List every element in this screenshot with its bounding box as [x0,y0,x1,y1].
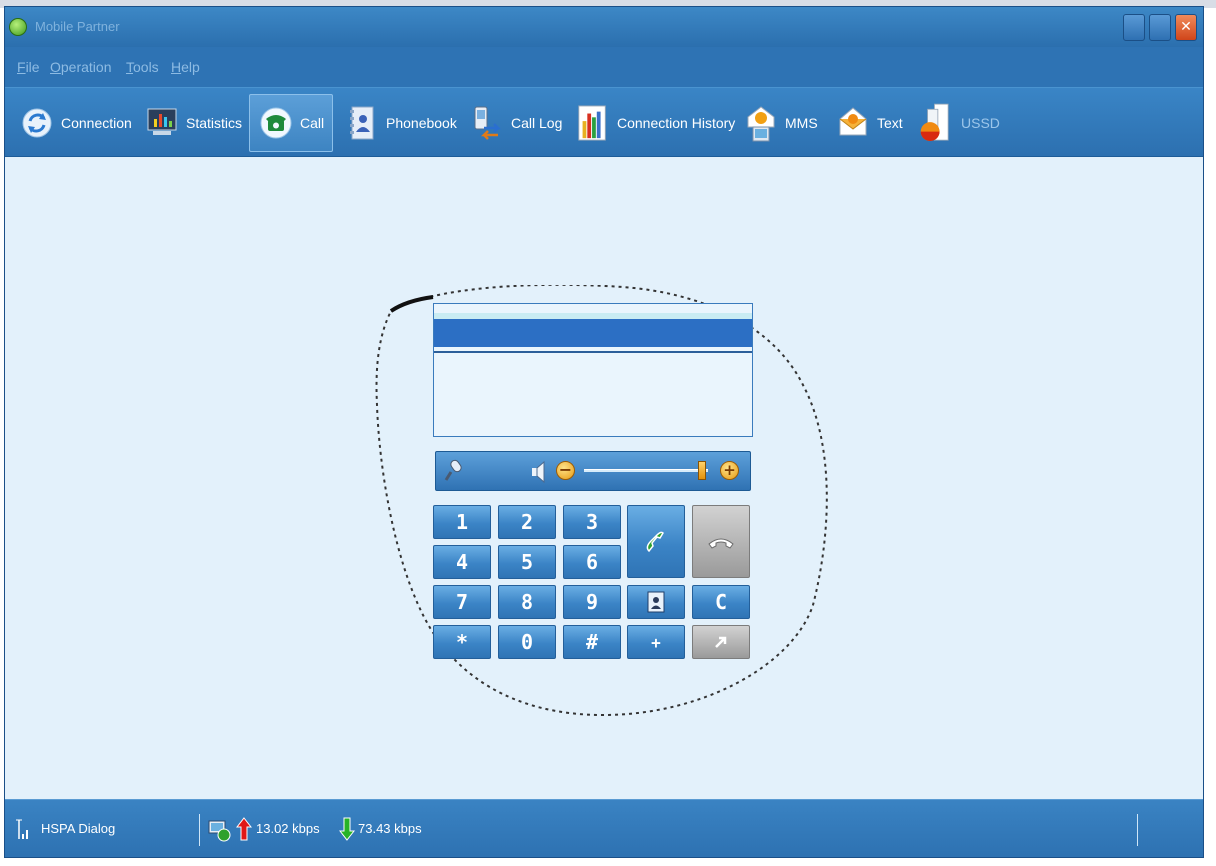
menu-help[interactable]: Help [171,59,200,75]
call-number-display[interactable] [433,303,753,437]
speaker-icon[interactable] [530,460,548,484]
tab-text[interactable]: Text [835,94,903,152]
hang-up-button[interactable] [692,505,750,578]
minimize-button[interactable] [1123,14,1145,41]
tab-ussd[interactable]: USSD [919,94,1000,152]
tab-call-log-label: Call Log [511,115,563,131]
tab-ussd-label: USSD [961,115,1000,131]
key-star[interactable]: * [433,625,491,659]
main-toolbar: Connection Statistics Call Phonebook Cal… [5,87,1203,157]
ussd-icon [919,103,955,141]
volume-control-bar: − + [435,451,751,491]
call-handset-icon [646,531,664,552]
tab-connection-label: Connection [61,115,132,131]
volume-slider-track[interactable] [584,469,708,472]
tab-statistics[interactable]: Statistics [144,94,242,152]
signal-strength-icon [15,818,31,844]
close-button[interactable]: ✕ [1175,14,1197,41]
key-2[interactable]: 2 [498,505,556,539]
app-logo-icon [9,18,27,36]
statistics-icon [144,105,180,141]
title-bar[interactable]: Mobile Partner ✕ [5,7,1203,47]
download-arrow-icon [338,816,356,846]
key-0[interactable]: 0 [498,625,556,659]
phone-icon [258,105,294,141]
key-1[interactable]: 1 [433,505,491,539]
tab-mms[interactable]: MMS [743,94,818,152]
call-page: − + 1 2 3 4 5 6 7 8 9 C * 0 # + [5,157,1203,799]
phonebook-key[interactable] [627,585,685,619]
status-divider-right [1137,814,1138,846]
key-6[interactable]: 6 [563,545,621,579]
volume-slider-thumb[interactable] [697,461,706,480]
tab-phonebook[interactable]: Phonebook [344,94,457,152]
transfer-arrow-icon [715,636,727,648]
tab-call-label: Call [300,115,325,131]
key-hash[interactable]: # [563,625,621,659]
maximize-button[interactable] [1149,14,1171,41]
key-3[interactable]: 3 [563,505,621,539]
display-divider [434,351,752,353]
menu-tools[interactable]: Tools [126,59,159,75]
tab-statistics-label: Statistics [186,115,243,131]
hang-up-icon [708,538,734,549]
key-9[interactable]: 9 [563,585,621,619]
download-speed: 73.43 kbps [358,821,422,836]
tab-connection-history[interactable]: Connection History [575,94,735,152]
key-7[interactable]: 7 [433,585,491,619]
tab-connection[interactable]: Connection [19,94,132,152]
display-selected-band [434,319,752,347]
mobile-partner-window: Mobile Partner ✕ File Operation Tools He… [4,6,1204,858]
volume-down-button[interactable]: − [556,461,575,480]
phonebook-icon [344,105,380,141]
network-adapter-icon [207,818,233,846]
connection-history-icon [575,105,611,141]
contact-card-icon [647,591,665,613]
transfer-key[interactable] [692,625,750,659]
tab-text-label: Text [877,115,903,131]
mms-icon [743,105,779,142]
upload-speed: 13.02 kbps [256,821,320,836]
network-name: HSPA Dialog [41,821,116,836]
tab-call-log[interactable]: Call Log [469,94,562,152]
upload-arrow-icon [235,816,253,846]
menu-file[interactable]: File [17,59,40,75]
menu-operation[interactable]: Operation [50,59,111,75]
key-5[interactable]: 5 [498,545,556,579]
key-4[interactable]: 4 [433,545,491,579]
tab-call[interactable]: Call [249,94,333,152]
microphone-icon[interactable] [442,458,468,484]
call-log-icon [469,105,505,141]
dial-call-button[interactable] [627,505,685,578]
status-bar: HSPA Dialog 13.02 kbps 73.43 kbps [5,799,1203,857]
menu-bar: File Operation Tools Help [5,47,1203,87]
key-8[interactable]: 8 [498,585,556,619]
clear-key[interactable]: C [692,585,750,619]
tab-connection-history-label: Connection History [617,115,736,131]
status-divider [199,814,200,846]
tab-phonebook-label: Phonebook [386,115,457,131]
window-title: Mobile Partner [35,19,120,34]
tab-mms-label: MMS [785,115,818,131]
connection-icon [19,105,55,141]
volume-up-button[interactable]: + [720,461,739,480]
text-message-icon [835,105,871,141]
key-plus[interactable]: + [627,625,685,659]
